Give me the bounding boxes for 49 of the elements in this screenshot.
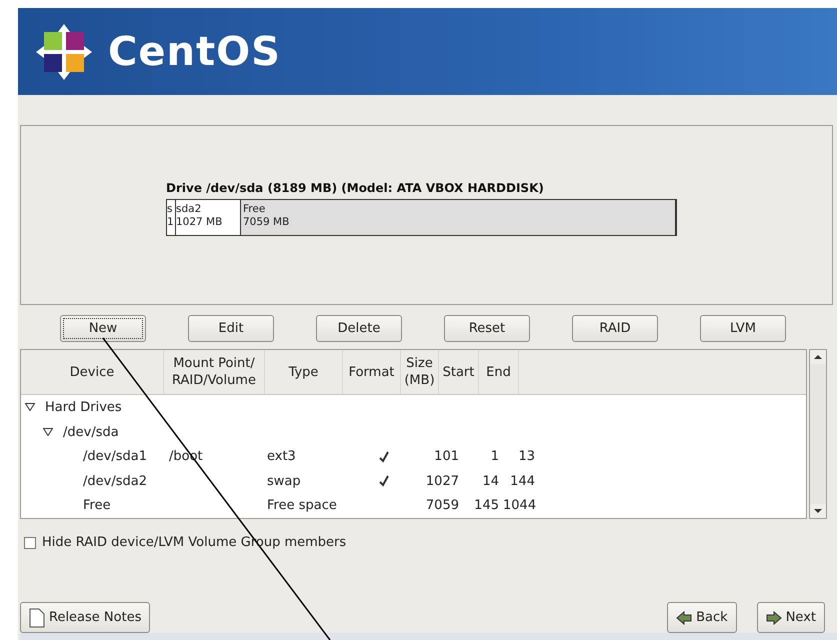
table-cell-text: 1044 (503, 498, 538, 514)
partition-segment[interactable]: Free 7059 MB (241, 200, 676, 235)
document-icon (29, 608, 45, 628)
table-cell-text: 101 (433, 449, 460, 464)
column-header[interactable]: Device (21, 350, 164, 394)
column-header[interactable]: End (479, 350, 519, 394)
partition-segment[interactable]: s 1 (167, 200, 176, 235)
action-button[interactable]: Edit (188, 315, 274, 342)
scrollbar[interactable] (809, 349, 827, 519)
checkbox[interactable] (24, 536, 36, 548)
table-cell-text: 145 (473, 498, 500, 514)
check-icon (378, 450, 390, 463)
right-arrow-icon (766, 610, 782, 624)
tree-group-label[interactable]: Hard Drives (45, 400, 122, 415)
table-cell-text: 1027 (424, 474, 460, 489)
action-button[interactable]: RAID (572, 315, 658, 342)
scroll-up-icon[interactable] (810, 350, 826, 364)
action-button[interactable]: Reset (444, 315, 530, 342)
check-icon (378, 475, 390, 488)
action-button[interactable]: Delete (316, 315, 402, 342)
table-cell-text: 144 (509, 474, 536, 489)
action-button[interactable]: New (60, 315, 146, 342)
back-button[interactable]: Back (667, 602, 737, 633)
table-cell-text: 14 (481, 474, 500, 489)
table-cell-text: 7059 (424, 498, 460, 514)
brand-name: CentOS (108, 28, 281, 74)
table-cell-text: 13 (517, 449, 536, 464)
drive-title: Drive /dev/sda (8189 MB) (Model: ATA VBOX HARDDISK) (166, 181, 545, 195)
release-notes-button[interactable]: Release Notes (20, 602, 150, 633)
expander-icon[interactable] (43, 428, 53, 436)
table-cell-text: 1 (490, 449, 500, 464)
table-cell-text: ext3 (267, 449, 297, 464)
column-header[interactable]: Format (343, 350, 401, 394)
column-header[interactable]: Size (MB) (401, 350, 439, 394)
table-cell-text: /dev/sda1 (82, 449, 148, 464)
table-cell-text: swap (267, 474, 302, 489)
drive-label[interactable]: /dev/sda (63, 424, 119, 440)
partition-segment[interactable]: sda2 1027 MB (176, 200, 241, 235)
column-header[interactable]: Mount Point/ RAID/Volume (164, 350, 265, 394)
action-button[interactable]: LVM (700, 315, 786, 342)
next-button[interactable]: Next (756, 602, 825, 633)
scroll-down-icon[interactable] (810, 504, 826, 518)
table-cell-text: Free (82, 498, 112, 514)
column-header[interactable]: Start (439, 350, 479, 394)
table-cell-text: Free space (267, 498, 338, 514)
left-arrow-icon (676, 610, 692, 624)
table-cell-text: /dev/sda2 (82, 474, 148, 489)
column-header[interactable]: Type (265, 350, 343, 394)
expander-icon[interactable] (25, 403, 35, 412)
